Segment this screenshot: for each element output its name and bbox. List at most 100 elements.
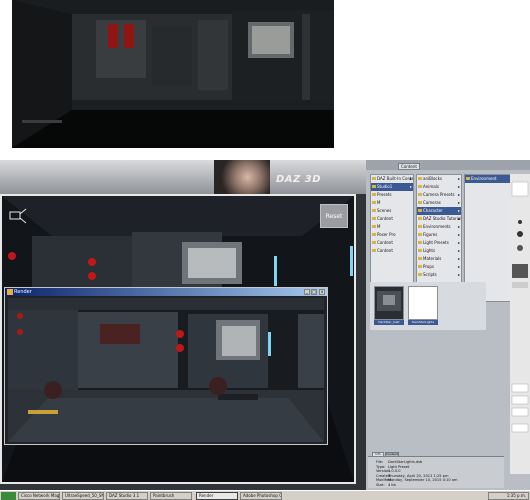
folder-item[interactable]: Figures ▸ [417, 231, 461, 239]
folder-label: Character [423, 208, 443, 213]
folder-item[interactable]: Character ▸ [417, 207, 461, 215]
thumbnail-grid: DarkStar_Instr DarkStarLights [370, 282, 486, 330]
folder-item[interactable]: Presets [371, 191, 413, 199]
close-button[interactable]: x [319, 289, 325, 295]
folder-icon [372, 185, 376, 188]
thumbnail-image[interactable] [374, 286, 404, 320]
folder-label: M [377, 200, 381, 205]
clock: 1:35 p.m. [506, 493, 526, 498]
info-pane: Info Content File: DarkStarLights.dsb Type… [368, 452, 504, 488]
daz-logo: DAZ 3D [276, 174, 322, 185]
info-line: Modified:Monday, September 10, 2015 4:10… [376, 478, 458, 482]
folder-item[interactable]: Scripts ▸ [417, 271, 461, 279]
folder-item[interactable]: M [371, 223, 413, 231]
folder-label: Scenes [377, 208, 392, 213]
info-value: Monday, September 10, 2015 4:10 am [388, 478, 458, 482]
folder-icon [418, 233, 422, 236]
tab-info-content[interactable]: Content [385, 452, 399, 457]
taskbar-button[interactable]: Paintbrush [150, 492, 192, 500]
folder-label: Light Presets [423, 240, 449, 245]
folder-item[interactable]: Animals ▸ [417, 183, 461, 191]
folder-item[interactable]: M [371, 199, 413, 207]
spotlight-icon[interactable] [6, 206, 28, 228]
render-window-titlebar[interactable]: Render [5, 288, 327, 296]
render-window-title: Render [14, 289, 32, 295]
info-key: Size: [376, 482, 385, 487]
taskbar-button[interactable]: Render [196, 492, 238, 500]
render-window-icon [7, 289, 13, 295]
info-key: Version: [376, 469, 391, 473]
folder-label: Props [423, 264, 434, 269]
folder-label: Content [377, 248, 393, 253]
chevron-right-icon: ▸ [457, 240, 460, 245]
chevron-right-icon: ▸ [457, 224, 460, 229]
folder-item[interactable]: Lights ▸ [417, 247, 461, 255]
folder-label: Camera Presets [423, 192, 455, 197]
folder-label: DAZ Built-In Content [377, 176, 414, 181]
start-button[interactable] [1, 492, 16, 500]
folder-item[interactable]: Content [371, 239, 413, 247]
folder-item[interactable]: DAZ Studio Tutorials ▸ [417, 215, 461, 223]
chevron-right-icon: ▸ [409, 176, 412, 181]
folder-item[interactable]: Environments ▸ [417, 223, 461, 231]
maximize-button[interactable]: □ [311, 289, 317, 295]
folder-icon [372, 249, 376, 252]
chevron-right-icon: ▸ [457, 216, 460, 221]
folder-icon [466, 177, 470, 180]
taskbar-button[interactable]: UltraeSpeed_50_SN... [62, 492, 104, 500]
folder-label: Cameras [423, 200, 441, 205]
info-value: Thursday, April 20, 2012 1:25 pm [388, 473, 449, 478]
panel-tab-bar: Content [366, 160, 530, 170]
app-header: DAZ 3D [0, 160, 366, 194]
tab-content[interactable]: Content [398, 163, 420, 170]
folder-item[interactable]: aniBlocks ▸ [417, 175, 461, 183]
folder-icon [418, 185, 422, 188]
folder-label: Figures [423, 232, 438, 237]
folder-label: Scripts [423, 272, 437, 277]
folder-item[interactable]: Content [371, 215, 413, 223]
info-line: Type: Light Preset [376, 465, 409, 469]
info-key: File: [376, 460, 384, 464]
folder-label: Lights [423, 248, 436, 253]
info-line: Created:Thursday, April 20, 2012 1:25 pm [376, 474, 449, 478]
thumbnail-label: DarkStar_Instr [374, 320, 404, 325]
folder-icon [418, 257, 422, 260]
folder-item[interactable]: Camera Presets ▸ [417, 191, 461, 199]
render-preview-image [12, 0, 334, 148]
folder-icon [372, 225, 376, 228]
folder-item[interactable]: Light Presets ▸ [417, 239, 461, 247]
minimize-button[interactable]: _ [304, 289, 310, 295]
folder-label: Content [377, 240, 393, 245]
folder-item[interactable]: Props ▸ [417, 263, 461, 271]
chevron-right-icon: ▸ [457, 208, 460, 213]
reset-button[interactable]: Reset [320, 204, 348, 228]
folder-item[interactable]: Environment [465, 175, 511, 183]
folder-label: aniBlocks [423, 176, 442, 181]
info-key: Created: [376, 473, 392, 478]
info-line: Version:1.0.0.0 [376, 469, 401, 473]
chevron-right-icon: ▸ [457, 192, 460, 197]
chevron-right-icon: ▸ [457, 272, 460, 277]
taskbar-button[interactable]: Adobe Photoshop CS4... [240, 492, 282, 500]
folder-label: Environment [471, 176, 497, 181]
folder-icon [418, 177, 422, 180]
chevron-right-icon: ▸ [457, 232, 460, 237]
folder-icon [372, 193, 376, 196]
folder-icon [418, 209, 422, 212]
tab-info[interactable]: Info [372, 452, 384, 457]
folder-label: Animals [423, 184, 439, 189]
taskbar-button[interactable]: DAZ Studio 3.1 [106, 492, 148, 500]
info-key: Modified: [376, 478, 393, 482]
taskbar-button[interactable]: Cisco Network Magic [18, 492, 60, 500]
folder-item[interactable]: Cameras ▸ [417, 199, 461, 207]
thumbnail-image[interactable] [408, 286, 438, 320]
folder-item[interactable]: Studio1 ▸ [371, 183, 413, 191]
folder-item[interactable]: DAZ Built-In Content▸ [371, 175, 413, 183]
render-window: Render _ □ x [4, 287, 328, 445]
info-line: Size: 4 kb [376, 483, 396, 487]
folder-item[interactable]: Poser Pro [371, 231, 413, 239]
folder-item[interactable]: Materials ▸ [417, 255, 461, 263]
folder-icon [418, 193, 422, 196]
folder-item[interactable]: Content [371, 247, 413, 255]
folder-item[interactable]: Scenes [371, 207, 413, 215]
